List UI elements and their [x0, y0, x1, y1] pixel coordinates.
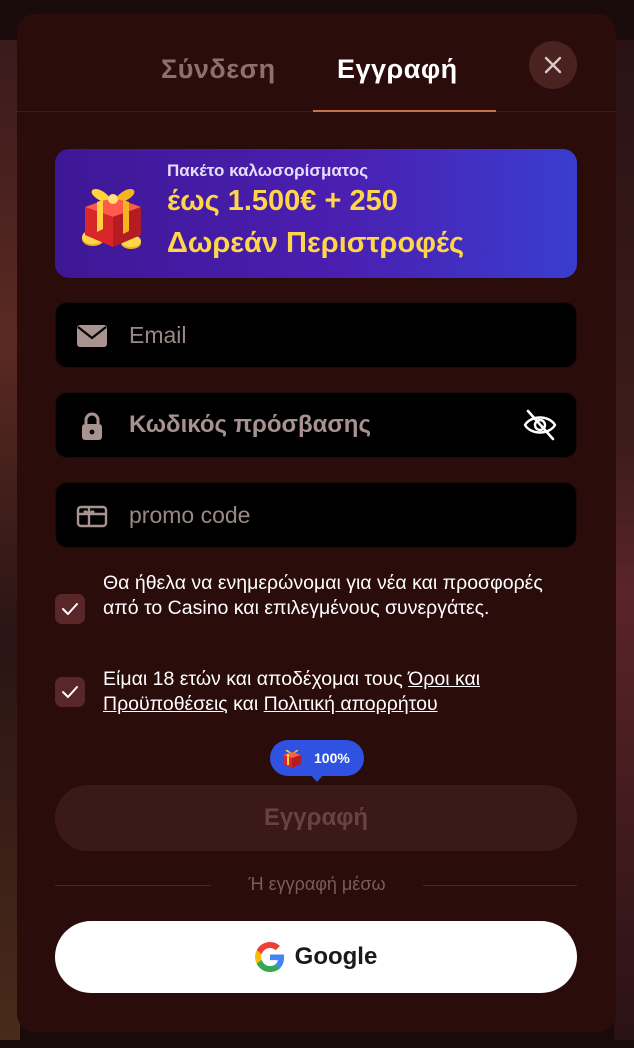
google-label: Google — [294, 943, 378, 970]
terms-consent-text: Είμαι 18 ετών και αποδέχομαι τους Όροι κ… — [103, 667, 573, 716]
tab-login[interactable]: Σύνδεση — [161, 54, 276, 85]
active-tab-indicator — [313, 110, 496, 112]
eye-slash-icon[interactable] — [522, 407, 558, 443]
google-logo-icon — [254, 942, 284, 972]
banner-free-spins: Δωρεάν Περιστροφές — [167, 227, 465, 259]
newsletter-checkbox[interactable] — [55, 594, 85, 624]
privacy-policy-link[interactable]: Πολιτική απορρήτου — [264, 693, 438, 715]
badge-pointer — [309, 773, 325, 782]
close-icon — [544, 56, 562, 74]
terms-text-before: Είμαι 18 ετών και αποδέχομαι τους — [103, 668, 409, 690]
terms-checkbox[interactable] — [55, 677, 85, 707]
gift-icon — [283, 749, 301, 768]
divider-line-left — [55, 885, 211, 886]
google-signup-button[interactable]: Google — [55, 921, 577, 993]
tab-register[interactable]: Εγγραφή — [337, 54, 458, 85]
bonus-progress-badge: 100% — [270, 740, 364, 776]
envelope-icon — [77, 325, 107, 347]
divider-line-right — [423, 885, 577, 886]
progress-percent: 100% — [314, 750, 350, 766]
checkmark-icon — [62, 686, 78, 698]
password-placeholder: Κωδικός πρόσβασης — [129, 411, 371, 438]
gift-box-icon — [82, 189, 141, 249]
email-field[interactable]: Email — [55, 302, 577, 368]
divider-text: Ή εγγραφή μέσω — [248, 874, 386, 894]
promo-code-field[interactable]: promo code — [55, 482, 577, 548]
register-submit-button[interactable]: Εγγραφή — [55, 785, 577, 851]
terms-text-middle: και — [227, 692, 264, 715]
gift-card-icon — [76, 505, 108, 528]
promo-placeholder: promo code — [129, 502, 251, 528]
lock-icon — [82, 412, 102, 440]
background-right-art — [614, 40, 634, 1040]
email-placeholder: Email — [129, 322, 187, 348]
close-button[interactable] — [529, 41, 577, 89]
password-field[interactable]: Κωδικός πρόσβασης — [55, 392, 577, 458]
banner-amount: έως 1.500€ + 250 — [167, 185, 398, 217]
banner-subtitle: Πακέτο καλωσορίσματος — [167, 161, 369, 180]
welcome-bonus-banner: Πακέτο καλωσορίσματος έως 1.500€ + 250 Δ… — [55, 149, 577, 278]
auth-tabs: Σύνδεση Εγγραφή — [17, 14, 616, 112]
newsletter-consent-text: Θα ήθελα να ενημερώνομαι για νέα και προ… — [103, 572, 543, 619]
auth-modal: Σύνδεση Εγγραφή Πακέτο καλωσορίσματος έω… — [17, 14, 616, 1032]
checkmark-icon — [62, 603, 78, 615]
